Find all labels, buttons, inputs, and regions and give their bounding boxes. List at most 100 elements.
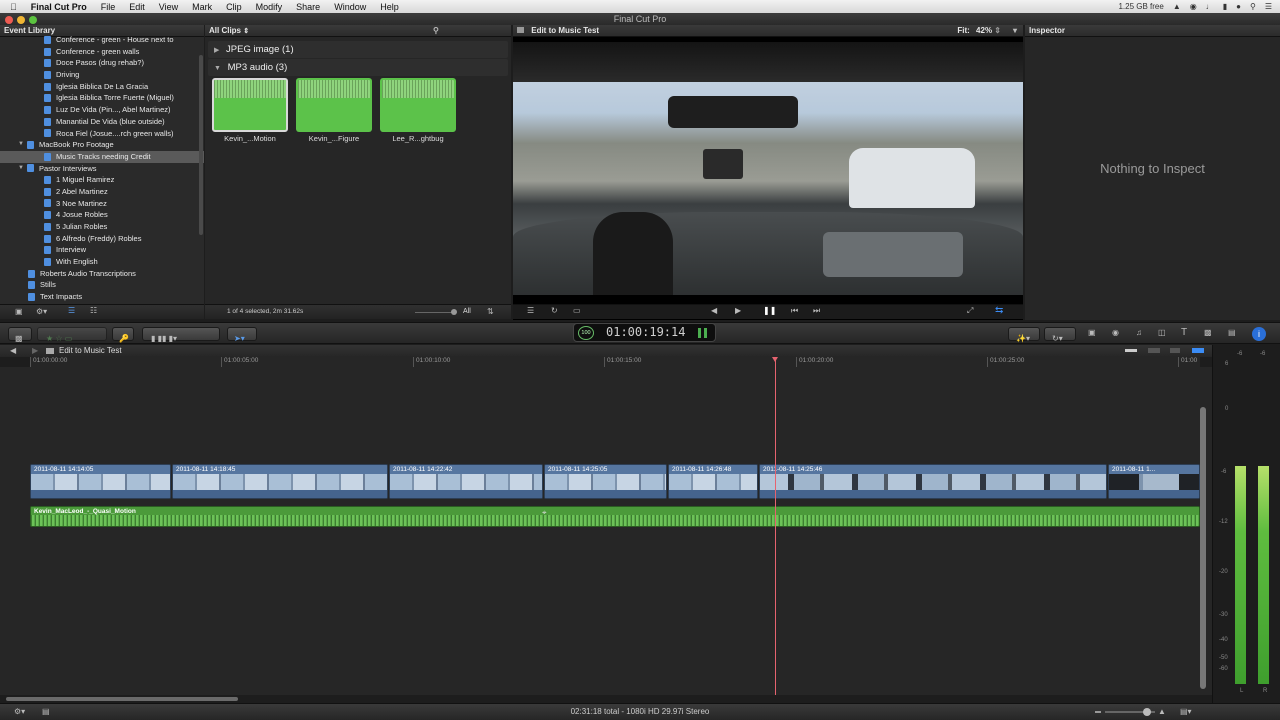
menu-clip[interactable]: Clip xyxy=(226,2,242,12)
list-view-icon[interactable]: ☰ xyxy=(68,307,75,315)
select-tool-button[interactable]: ➤▾ xyxy=(227,327,257,343)
timeline-zoom-knob[interactable] xyxy=(1143,708,1151,716)
library-item[interactable]: Iglesia Biblica Torre Fuerte (Miguel) xyxy=(0,92,204,104)
loop-icon[interactable]: ⇆ xyxy=(995,306,1003,316)
volume-down-icon[interactable]: ◀ xyxy=(711,307,717,315)
spotlight-icon[interactable]: ⚲ xyxy=(1250,2,1256,11)
video-clip[interactable]: 2011-08-11 14:25:46 xyxy=(759,464,1107,499)
zoom-window-button[interactable] xyxy=(29,16,37,24)
zoom-in-icon[interactable]: ▲ xyxy=(1158,708,1166,716)
show-library-icon[interactable]: ▣ xyxy=(15,308,23,316)
library-scrollbar[interactable] xyxy=(199,55,203,235)
video-clip[interactable]: 2011-08-11 14:14:05 xyxy=(30,464,171,499)
audio-meters-toggle-icon[interactable]: ⚙▾ xyxy=(14,708,25,716)
video-clip[interactable]: 2011-08-11 1... xyxy=(1108,464,1200,499)
zoom-slider-track[interactable] xyxy=(415,312,455,313)
zoom-out-icon[interactable] xyxy=(1095,711,1101,713)
edit-buttons[interactable]: ▮ ▮▮ ▮▾ xyxy=(142,327,220,343)
menu-help[interactable]: Help xyxy=(380,2,399,12)
menu-edit[interactable]: Edit xyxy=(129,2,145,12)
video-clip[interactable]: 2011-08-11 14:22:42 xyxy=(389,464,543,499)
audio-clip-thumbnail[interactable] xyxy=(212,78,288,132)
clip-appearance-button-icon[interactable]: ▤▾ xyxy=(1180,708,1192,716)
timeline-ruler[interactable]: 01:00:00:00 01:00:05:00 01:00:10:00 01:0… xyxy=(30,357,1200,367)
media-browser-icon[interactable]: ▣ xyxy=(1088,329,1096,337)
music-clip[interactable]: Kevin_MacLeod_-_Quasi_Motion xyxy=(30,506,1200,527)
timeline-index-icon[interactable]: ▤ xyxy=(42,708,50,716)
snapping-icon[interactable] xyxy=(1170,348,1180,353)
audio-clip-thumbnail[interactable] xyxy=(380,78,456,132)
music-icon[interactable]: ♫ xyxy=(1136,329,1142,337)
zoom-value[interactable]: 42% xyxy=(976,26,992,35)
library-item[interactable]: 4 Josue Robles xyxy=(0,209,204,221)
timecode-display[interactable]: 100 01:00:19:14 xyxy=(573,323,716,342)
library-item[interactable]: Stills xyxy=(0,279,204,291)
library-item[interactable]: Manantial De Vida (blue outside) xyxy=(0,116,204,128)
library-item[interactable]: 1 Miguel Ramirez xyxy=(0,174,204,186)
library-item[interactable]: Interview xyxy=(0,244,204,256)
menu-mark[interactable]: Mark xyxy=(192,2,212,12)
disclosure-down-icon[interactable]: ▼ xyxy=(18,139,27,151)
library-item[interactable]: ▼ Pastor Interviews xyxy=(0,163,204,175)
library-item[interactable]: Iglesia Biblica De La Gracia xyxy=(0,81,204,93)
audio-skimming-icon[interactable] xyxy=(1192,348,1204,353)
playhead-handle[interactable] xyxy=(772,357,778,362)
group-mp3-audio[interactable]: ▼ MP3 audio (3) xyxy=(208,59,508,76)
transitions-icon[interactable]: ◫ xyxy=(1158,329,1166,337)
duration-all-label[interactable]: All xyxy=(463,308,471,315)
fullscreen-list-icon[interactable]: ☰ xyxy=(527,307,534,315)
library-item[interactable]: Driving xyxy=(0,69,204,81)
next-edit-icon[interactable]: ⏭ xyxy=(813,307,820,315)
library-item[interactable]: Text Impacts xyxy=(0,291,204,303)
retime-button[interactable]: ↻▾ xyxy=(1044,327,1076,343)
library-item[interactable]: 5 Julian Robles xyxy=(0,221,204,233)
video-clip[interactable]: 2011-08-11 14:25:05 xyxy=(544,464,667,499)
menu-app-name[interactable]: Final Cut Pro xyxy=(31,2,87,12)
transform-icon[interactable]: ↻ xyxy=(551,307,558,315)
menu-view[interactable]: View xyxy=(159,2,178,12)
menu-share[interactable]: Share xyxy=(296,2,320,12)
action-gear-icon[interactable]: ⚙▾ xyxy=(36,308,47,316)
library-item[interactable]: 3 Noe Martinez xyxy=(0,198,204,210)
menu-modify[interactable]: Modify xyxy=(256,2,283,12)
search-icon[interactable]: ⚲ xyxy=(433,27,439,35)
audio-clip-thumbnail[interactable] xyxy=(296,78,372,132)
library-item[interactable]: Luz De Vida (Pin..., Abel Martinez) xyxy=(0,104,204,116)
library-item[interactable]: Music Tracks needing Credit xyxy=(0,150,204,163)
timeline-vscroll-thumb[interactable] xyxy=(1200,407,1206,689)
menu-list-icon[interactable]: ☰ xyxy=(1265,2,1272,11)
generators-icon[interactable]: ▩ xyxy=(1204,329,1212,337)
library-item[interactable]: Roberts Audio Transcriptions xyxy=(0,268,204,280)
viewer-options-icon[interactable]: ▾ xyxy=(1013,27,1017,35)
zoom-slider-knob[interactable] xyxy=(451,309,457,315)
group-jpeg-image[interactable]: ▶ JPEG image (1) xyxy=(208,41,508,58)
library-item[interactable]: With English xyxy=(0,256,204,268)
clip-appearance-icon[interactable] xyxy=(1125,349,1137,352)
browser-settings-icon[interactable]: ⇅ xyxy=(487,308,494,316)
titles-icon[interactable]: T xyxy=(1181,328,1187,338)
timeline-area[interactable] xyxy=(0,367,1212,701)
menu-window[interactable]: Window xyxy=(334,2,366,12)
video-clip[interactable]: 2011-08-11 14:26:48 xyxy=(668,464,758,499)
disclosure-down-icon[interactable]: ▼ xyxy=(18,163,27,175)
library-item[interactable]: Conference - green walls xyxy=(0,46,204,58)
keyword-rating-buttons[interactable]: ★ ☆ ▭ xyxy=(37,327,107,343)
playhead[interactable] xyxy=(772,357,778,695)
disclosure-down-icon[interactable]: ▼ xyxy=(214,65,221,72)
themes-icon[interactable]: ▤ xyxy=(1228,329,1236,337)
timeline-hscroll-thumb[interactable] xyxy=(6,697,238,701)
battery-icon[interactable]: ▮ xyxy=(1223,2,1227,11)
close-window-button[interactable] xyxy=(5,16,13,24)
import-media-button[interactable]: ▩ xyxy=(8,327,32,343)
apple-icon[interactable]:  xyxy=(10,2,17,12)
video-clip[interactable]: 2011-08-11 14:18:45 xyxy=(172,464,388,499)
inspector-toggle-icon[interactable]: i xyxy=(1252,327,1266,341)
user-icon[interactable]: ● xyxy=(1236,2,1241,11)
keyword-button[interactable]: 🔑 xyxy=(112,327,134,343)
expand-icon[interactable]: ⤢ xyxy=(967,307,973,315)
photos-icon[interactable]: ◉ xyxy=(1112,329,1119,337)
library-item[interactable]: 6 Alfredo (Freddy) Robles xyxy=(0,233,204,245)
back-arrow-icon[interactable]: ◀ xyxy=(10,347,16,355)
skimming-icon[interactable] xyxy=(1148,348,1160,353)
filmstrip-view-icon[interactable]: ☷ xyxy=(90,307,97,315)
